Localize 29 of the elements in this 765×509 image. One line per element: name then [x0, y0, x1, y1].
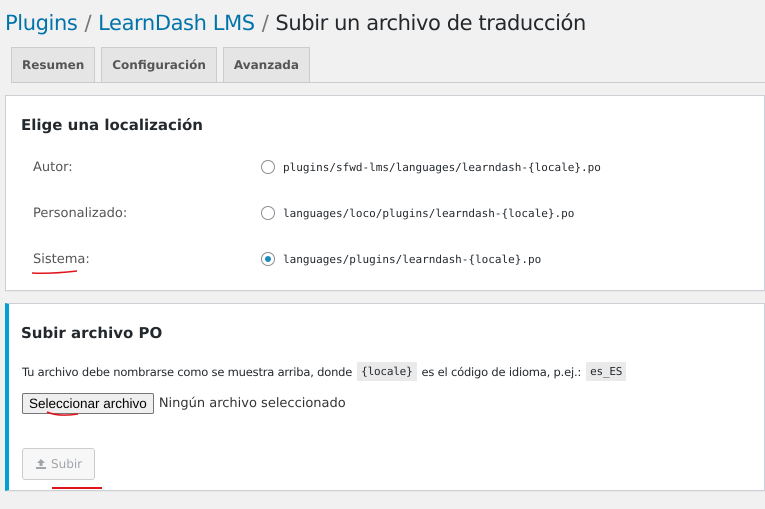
breadcrumb-link[interactable]: LearnDash LMS — [98, 11, 255, 35]
panel-heading: Subir archivo PO — [20, 323, 164, 342]
breadcrumb-separator: / — [262, 11, 268, 35]
panel-heading: Elige una localización — [20, 115, 204, 134]
code-snippet: es_ES — [586, 362, 626, 381]
code-snippet: {locale} — [357, 362, 417, 381]
radio-button[interactable] — [261, 252, 275, 266]
file-status: Ningún archivo seleccionado — [158, 396, 346, 411]
annotation-underline — [31, 269, 79, 275]
upload-icon — [35, 458, 47, 470]
tab[interactable]: Avanzada — [222, 47, 310, 82]
description-text: es el código de idioma, p.ej.: — [422, 364, 582, 378]
radio-button[interactable] — [261, 206, 275, 220]
description-text: Tu archivo debe nombrarse como se muestra arriba, donde — [22, 364, 352, 378]
option-label: Autor: — [32, 160, 74, 174]
breadcrumb-separator: / — [84, 11, 92, 35]
file-path: plugins/sfwd-lms/languages/learndash-{locale}.po — [283, 160, 601, 174]
annotation-underline — [51, 486, 103, 490]
option-label: Sistema: — [32, 252, 91, 266]
option-label: Personalizado: — [32, 206, 128, 220]
file-path: languages/loco/plugins/learndash-{locale}.po — [283, 206, 574, 220]
page-title: Subir un archivo de traducción — [275, 11, 586, 35]
tab[interactable]: Configuración — [101, 47, 217, 82]
radio-button[interactable] — [261, 160, 275, 174]
file-path: languages/plugins/learndash-{locale}.po — [283, 252, 542, 266]
choose-file-button[interactable]: Seleccionar archivo — [22, 393, 154, 414]
tab[interactable]: Resumen — [11, 47, 96, 82]
annotation-underline — [46, 411, 80, 417]
breadcrumb-link[interactable]: Plugins — [5, 11, 78, 35]
